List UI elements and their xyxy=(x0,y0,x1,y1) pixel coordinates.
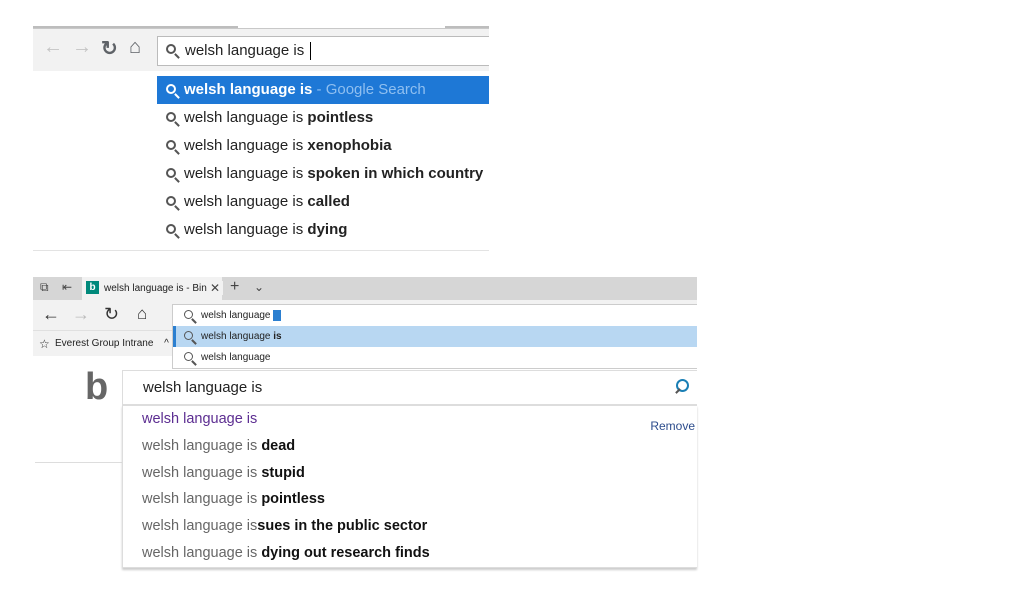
suggestion-prefix: welsh language is xyxy=(184,221,308,238)
suggestion-prefix: welsh language is xyxy=(142,491,262,508)
back-icon[interactable]: ← xyxy=(42,304,60,325)
suggestion-item[interactable]: welsh language is stupid xyxy=(123,460,697,487)
reload-icon[interactable]: ↻ xyxy=(101,36,118,61)
bing-favicon: b xyxy=(86,281,99,294)
suggestion-suffix: sues in the public sector xyxy=(257,518,428,535)
set-aside-tabs-icon[interactable]: ⇤ xyxy=(62,280,72,294)
omnibox-text: welsh language is xyxy=(185,42,309,59)
suggestion-prefix: welsh language is xyxy=(184,165,308,182)
text-caret xyxy=(310,42,312,61)
bing-logo[interactable]: b xyxy=(85,368,108,406)
suggestion-prefix: welsh language is xyxy=(184,137,308,154)
selected-text: is xyxy=(273,310,281,321)
suggestion-suffix: is xyxy=(273,331,282,342)
suggestion-suffix: dying xyxy=(307,221,348,238)
divider xyxy=(33,250,489,251)
suggestion-suffix: pointless xyxy=(261,491,325,508)
suggestion-suffix: called xyxy=(307,193,350,210)
search-icon xyxy=(166,168,176,178)
bing-search-input[interactable]: welsh language is xyxy=(122,370,697,405)
suggestion-suffix: spoken in which country xyxy=(307,165,484,182)
suggestion-prefix: welsh language xyxy=(201,352,271,363)
suggestion-item[interactable]: welsh language is dying xyxy=(157,216,489,244)
suggestion-prefix: welsh language is xyxy=(142,544,262,561)
new-tab-icon[interactable]: + xyxy=(230,278,239,296)
suggestion-item[interactable]: welsh language is pointless xyxy=(123,486,697,513)
star-icon: ☆ xyxy=(39,337,50,351)
forward-icon[interactable]: → xyxy=(72,304,90,325)
suggestion-item[interactable]: welsh language is xyxy=(173,326,697,347)
omnibox[interactable]: welsh language is xyxy=(157,36,489,66)
bing-suggestions: welsh language is Remove welsh language i… xyxy=(122,405,697,568)
suggestion-item[interactable]: welsh language is Remove xyxy=(123,406,697,433)
suggestion-item[interactable]: welsh language is dead xyxy=(123,433,697,460)
address-text: welsh language xyxy=(201,310,274,321)
search-icon xyxy=(166,196,176,206)
suggestion-item[interactable]: welsh language is spoken in which countr… xyxy=(157,160,489,188)
search-icon xyxy=(166,140,176,150)
search-icon xyxy=(184,352,193,361)
back-icon[interactable]: ← xyxy=(43,36,63,59)
search-icon[interactable] xyxy=(676,379,689,392)
tab-title: welsh language is - Bing xyxy=(104,283,213,294)
suggestion-prefix: welsh language is xyxy=(142,437,262,454)
suggestion-item[interactable]: welsh language issues in the public sect… xyxy=(123,513,697,540)
divider xyxy=(35,462,122,463)
search-icon xyxy=(184,331,193,340)
suggestion-item[interactable]: welsh language is pointless xyxy=(157,104,489,132)
home-icon[interactable]: ⌂ xyxy=(137,304,147,324)
tab-preview-icon[interactable]: ⧉ xyxy=(40,280,49,295)
search-icon xyxy=(184,310,193,319)
suggestion-suffix: stupid xyxy=(261,464,305,481)
suggestion-prefix: welsh language is xyxy=(142,411,258,427)
suggestion-item[interactable]: welsh language is - Google Search xyxy=(157,76,489,104)
suggestion-suffix: - Google Search xyxy=(312,81,426,98)
address-input[interactable]: welsh language is xyxy=(173,305,697,326)
search-icon xyxy=(166,224,176,234)
search-icon xyxy=(166,112,176,122)
suggestion-suffix: xenophobia xyxy=(307,137,392,154)
forward-icon[interactable]: → xyxy=(72,36,92,59)
home-icon[interactable]: ⌂ xyxy=(129,36,141,59)
suggestion-item[interactable]: welsh language is dying out research fin… xyxy=(123,540,697,567)
suggestion-item[interactable]: welsh language xyxy=(173,347,697,368)
suggestion-suffix: pointless xyxy=(307,109,374,126)
suggestion-prefix: welsh language is xyxy=(184,193,308,210)
remove-link[interactable]: Remove xyxy=(650,413,695,440)
favorite-item[interactable]: Everest Group Intrane xyxy=(55,338,153,349)
suggestion-prefix: welsh language is xyxy=(184,81,313,98)
tab-bing[interactable]: welsh language is - Bing xyxy=(82,277,222,300)
suggestion-suffix: dying out research finds xyxy=(261,544,430,561)
search-icon xyxy=(166,84,176,94)
suggestion-item[interactable]: welsh language is xenophobia xyxy=(157,132,489,160)
search-icon xyxy=(166,44,176,54)
omnibox-suggestions: welsh language is - Google Search welsh … xyxy=(157,76,489,244)
suggestion-item[interactable]: welsh language is called xyxy=(157,188,489,216)
chevron-up-icon: ^ xyxy=(164,338,169,349)
chevron-down-icon[interactable]: ⌄ xyxy=(254,280,264,294)
suggestion-prefix: welsh language xyxy=(201,331,274,342)
suggestion-prefix: welsh language is xyxy=(184,109,308,126)
refresh-icon[interactable]: ↻ xyxy=(104,304,119,325)
close-tab-icon[interactable]: ✕ xyxy=(207,281,224,295)
search-query: welsh language is xyxy=(143,379,263,396)
suggestion-suffix: dead xyxy=(261,437,296,454)
suggestion-prefix: welsh language is xyxy=(142,518,258,535)
suggestion-prefix: welsh language is xyxy=(142,464,262,481)
address-dropdown: welsh language is welsh language is wels… xyxy=(172,304,697,369)
